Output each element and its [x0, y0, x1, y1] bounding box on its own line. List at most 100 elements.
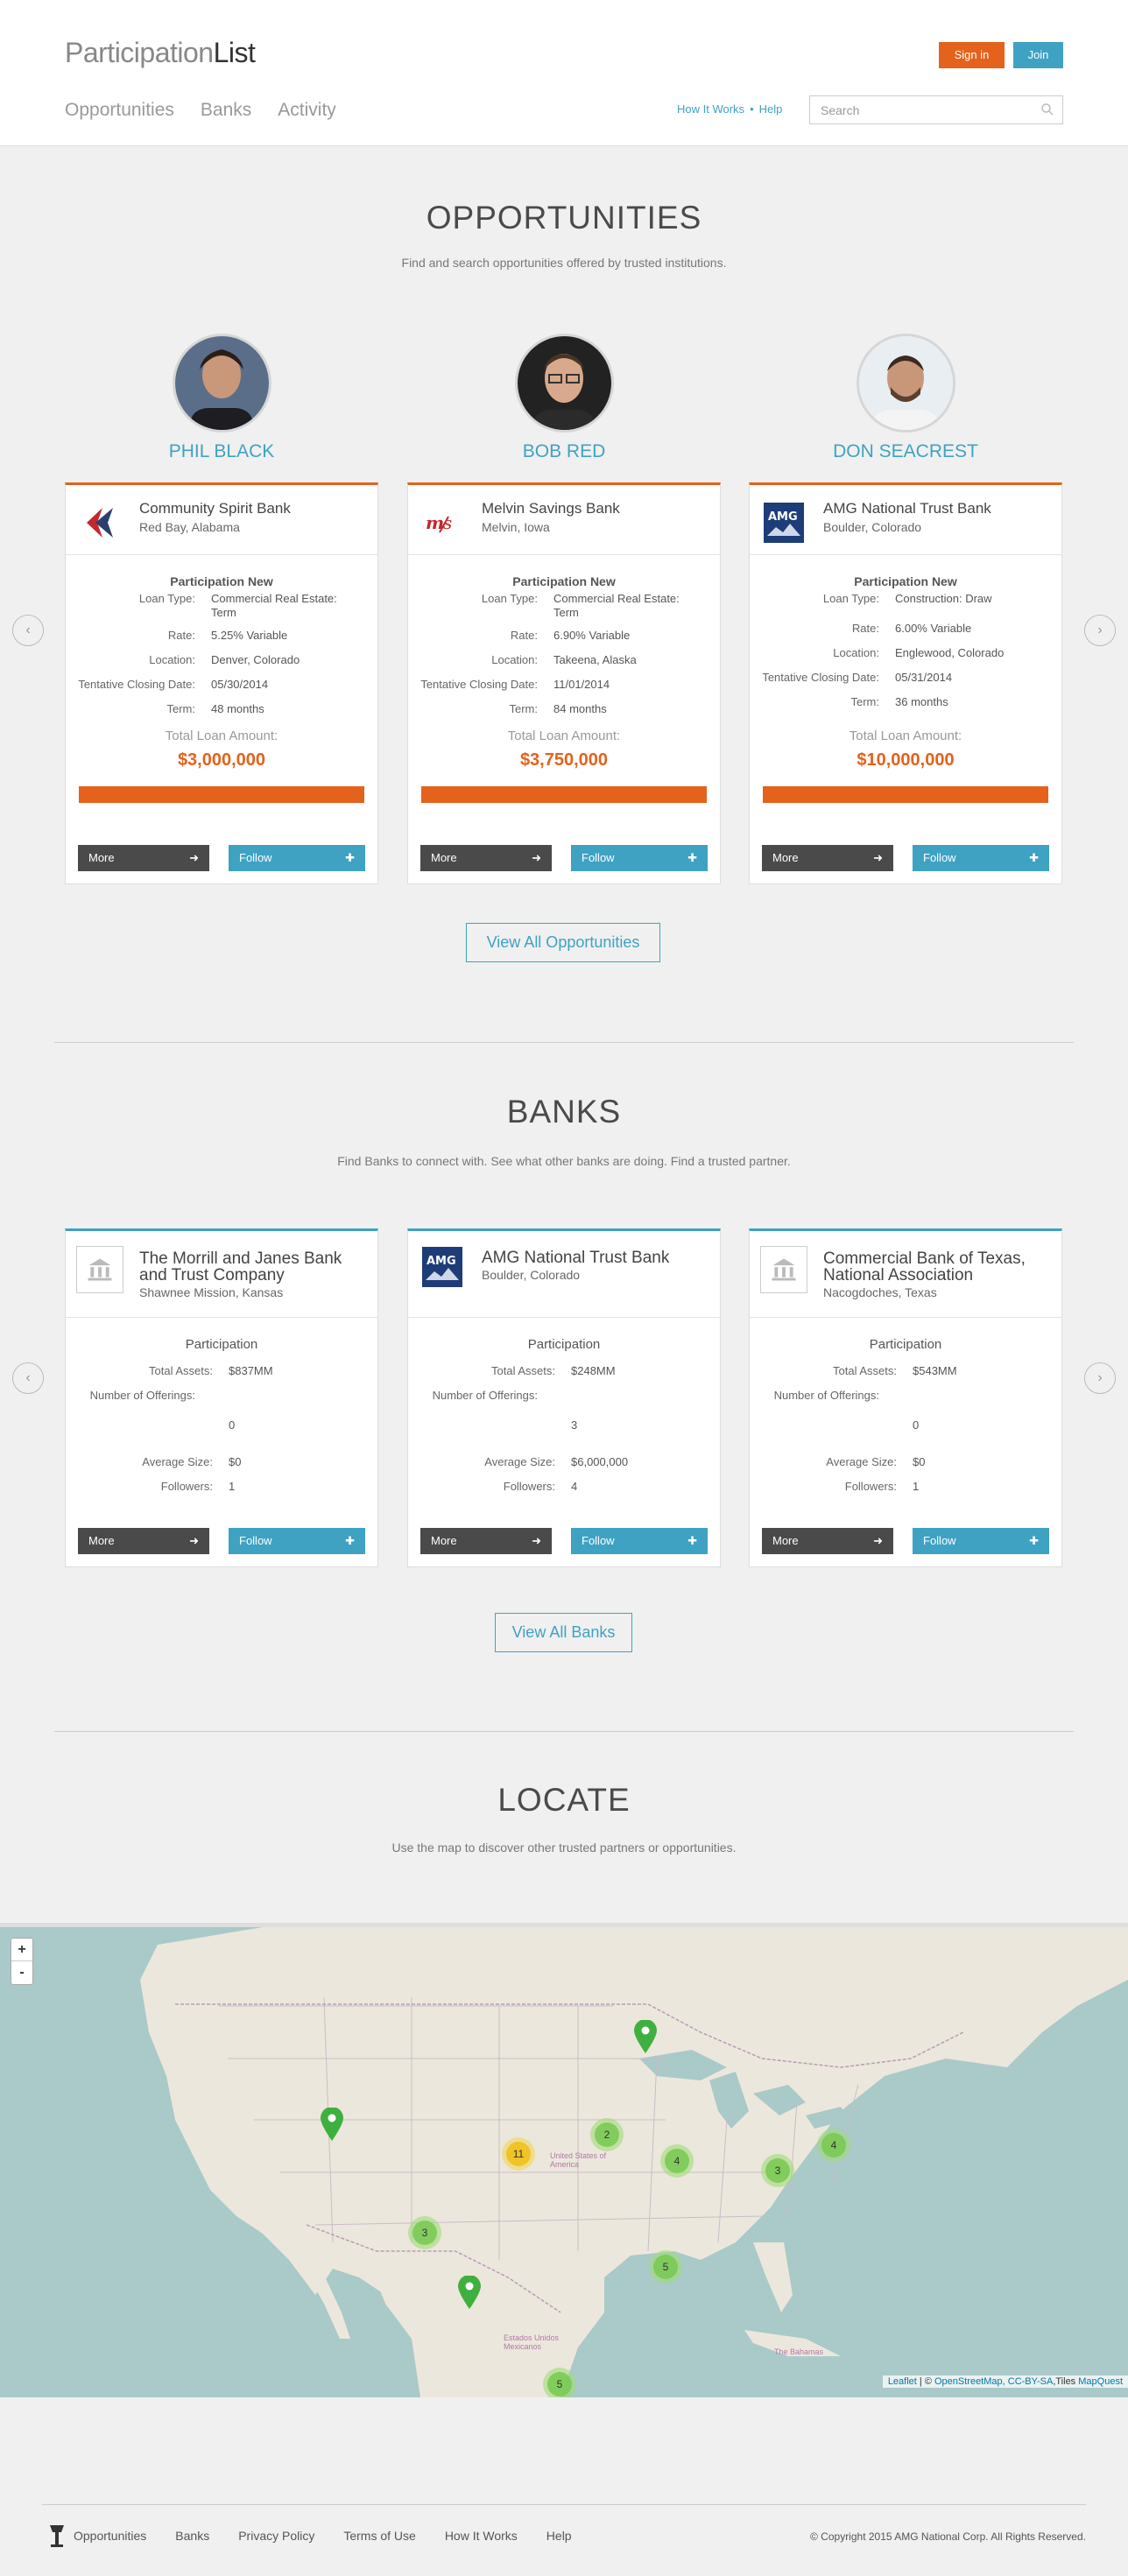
more-button[interactable]: More ➜	[420, 1528, 552, 1554]
map-cluster-marker[interactable]: 3	[408, 2216, 441, 2249]
carousel-next-button[interactable]: ›	[1084, 1362, 1116, 1394]
avatar[interactable]	[514, 334, 614, 433]
follow-button[interactable]: Follow ✚	[229, 1528, 365, 1554]
offerings-label: Number of Offerings:	[773, 1389, 879, 1402]
map-pin-icon[interactable]	[458, 2276, 481, 2309]
map-pin-icon[interactable]	[634, 2020, 657, 2053]
bank-name[interactable]: Commercial Bank of Texas, National Assoc…	[823, 1250, 1055, 1284]
chevron-right-icon: ›	[1097, 1370, 1103, 1385]
closing-date-value: 05/31/2014	[895, 671, 953, 684]
footer-link-help[interactable]: Help	[546, 2529, 572, 2543]
map-cluster-marker[interactable]: 4	[817, 2129, 850, 2162]
person-name[interactable]: DON SEACREST	[749, 441, 1062, 462]
loan-type-label: Loan Type:	[138, 592, 195, 605]
more-button[interactable]: More ➜	[762, 1528, 893, 1554]
bank-name[interactable]: Melvin Savings Bank	[482, 501, 714, 517]
map-cluster-marker[interactable]: 11	[502, 2137, 535, 2171]
bank-location: Boulder, Colorado	[482, 1268, 581, 1282]
rate-label: Rate:	[510, 629, 538, 642]
follow-button[interactable]: Follow ✚	[571, 1528, 708, 1554]
follow-button[interactable]: Follow ✚	[913, 1528, 1049, 1554]
carousel-prev-button[interactable]: ‹	[12, 615, 44, 646]
map-pin-icon[interactable]	[321, 2108, 343, 2141]
footer-link-opportunities[interactable]: Opportunities	[74, 2529, 146, 2543]
offerings-value: 0	[229, 1418, 236, 1432]
bank-logo-icon[interactable]	[80, 503, 120, 543]
avatar[interactable]	[856, 334, 955, 433]
license-link[interactable]: , CC-BY-SA	[1003, 2376, 1054, 2387]
locate-map[interactable]: United States of America Estados Unidos …	[0, 1923, 1128, 2397]
follow-button[interactable]: Follow ✚	[571, 845, 708, 871]
sign-in-button[interactable]: Sign in	[939, 42, 1005, 68]
loan-type-label: Loan Type:	[481, 592, 538, 605]
separator-dot: •	[750, 102, 754, 116]
bank-building-icon[interactable]	[76, 1246, 123, 1293]
map-cluster-marker[interactable]: 5	[649, 2250, 682, 2284]
plus-icon: ✚	[687, 1534, 697, 1547]
nav-activity[interactable]: Activity	[278, 100, 336, 121]
view-all-banks-button[interactable]: View All Banks	[495, 1613, 632, 1652]
footer-link-how-it-works[interactable]: How It Works	[445, 2529, 518, 2543]
more-button[interactable]: More ➜	[78, 1528, 209, 1554]
map-cluster-marker[interactable]: 3	[761, 2154, 794, 2187]
opportunity-card: Community Spirit Bank Red Bay, Alabama P…	[65, 482, 378, 884]
how-it-works-link[interactable]: How It Works	[677, 102, 744, 116]
zoom-in-button[interactable]: +	[11, 1939, 32, 1961]
total-assets-label: Total Assets:	[491, 1364, 555, 1377]
follow-button[interactable]: Follow ✚	[913, 845, 1049, 871]
nav-banks[interactable]: Banks	[201, 100, 251, 121]
bank-name[interactable]: Community Spirit Bank	[139, 501, 371, 517]
more-button[interactable]: More ➜	[420, 845, 552, 871]
follow-label: Follow	[923, 851, 956, 864]
bank-logo-icon[interactable]: AMG	[764, 503, 804, 543]
footer-link-banks[interactable]: Banks	[175, 2529, 209, 2543]
bank-logo-icon[interactable]: ms	[422, 503, 462, 543]
arrow-right-icon: ➜	[532, 1534, 541, 1547]
person-name[interactable]: BOB RED	[407, 441, 721, 462]
follow-button[interactable]: Follow ✚	[229, 845, 365, 871]
site-footer: Opportunities Banks Privacy Policy Terms…	[42, 2522, 1086, 2548]
site-logo[interactable]: ParticipationList	[65, 37, 256, 69]
bank-name[interactable]: The Morrill and Janes Bank and Trust Com…	[139, 1250, 371, 1284]
arrow-right-icon: ➜	[873, 1534, 883, 1547]
location-value: Englewood, Colorado	[895, 646, 1005, 659]
banks-subtitle: Find Banks to connect with. See what oth…	[337, 1154, 791, 1168]
cluster-count: 3	[412, 2221, 437, 2245]
carousel-next-button[interactable]: ›	[1084, 615, 1116, 646]
person-card[interactable]: BOB RED	[407, 334, 721, 462]
bank-building-icon[interactable]	[760, 1246, 807, 1293]
avatar[interactable]	[172, 334, 271, 433]
footer-link-privacy[interactable]: Privacy Policy	[238, 2529, 314, 2543]
person-card[interactable]: DON SEACREST	[749, 334, 1062, 462]
help-link[interactable]: Help	[759, 102, 783, 116]
search-input[interactable]	[810, 96, 1029, 123]
bank-card: The Morrill and Janes Bank and Trust Com…	[65, 1228, 378, 1567]
footer-link-terms[interactable]: Terms of Use	[343, 2529, 415, 2543]
mapquest-link[interactable]: MapQuest	[1078, 2376, 1123, 2387]
funding-progress-bar	[79, 786, 364, 803]
rate-value: 6.90% Variable	[553, 629, 631, 642]
leaflet-link[interactable]: Leaflet	[888, 2376, 917, 2387]
term-value: 36 months	[895, 695, 948, 708]
map-cluster-marker[interactable]: 5	[543, 2368, 576, 2397]
bank-logo-icon[interactable]: AMG	[422, 1247, 462, 1287]
map-cluster-marker[interactable]: 4	[660, 2144, 694, 2178]
bank-name[interactable]: AMG National Trust Bank	[823, 501, 1055, 517]
person-card[interactable]: PHIL BLACK	[65, 334, 378, 462]
map-cluster-marker[interactable]: 2	[590, 2118, 624, 2151]
join-button[interactable]: Join	[1013, 42, 1063, 68]
footer-logo-icon[interactable]	[47, 2523, 67, 2548]
more-button[interactable]: More ➜	[78, 845, 209, 871]
nav-opportunities[interactable]: Opportunities	[65, 100, 174, 121]
bank-name[interactable]: AMG National Trust Bank	[482, 1249, 714, 1266]
carousel-prev-button[interactable]: ‹	[12, 1362, 44, 1394]
view-all-opportunities-button[interactable]: View All Opportunities	[466, 923, 660, 962]
zoom-out-button[interactable]: -	[11, 1961, 32, 1984]
participation-heading: Participation New	[512, 574, 616, 588]
more-button[interactable]: More ➜	[762, 845, 893, 871]
osm-link[interactable]: OpenStreetMap	[934, 2376, 1003, 2387]
search-icon[interactable]	[1041, 103, 1054, 116]
logo-light-text: Participation	[65, 37, 214, 68]
person-name[interactable]: PHIL BLACK	[65, 441, 378, 462]
locate-title: LOCATE	[497, 1782, 631, 1818]
